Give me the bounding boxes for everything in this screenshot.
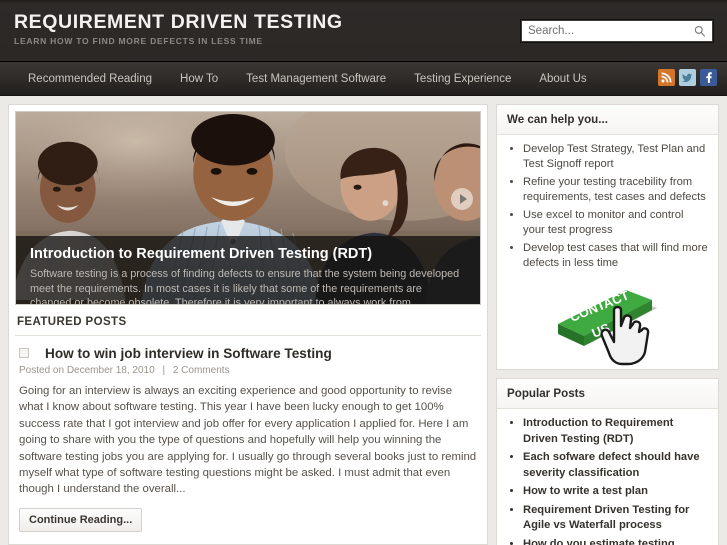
widget-heading: We can help you... <box>497 105 718 135</box>
featured-posts-heading: FEATURED POSTS <box>15 305 481 336</box>
popular-posts-list: Introduction to Requirement Driven Testi… <box>507 416 708 545</box>
post-meta: Posted on December 18, 2010 | 2 Comments <box>19 365 481 376</box>
list-item[interactable]: Each sofware defect should have severity… <box>523 450 708 481</box>
list-item: Use excel to monitor and control your te… <box>523 208 708 238</box>
site-title: REQUIREMENT DRIVEN TESTING <box>14 11 343 33</box>
slider-excerpt: Software testing is a process of finding… <box>30 268 460 304</box>
list-item: Develop test cases that will find more d… <box>523 241 708 271</box>
list-item: Develop Test Strategy, Test Plan and Tes… <box>523 142 708 172</box>
continue-reading-button[interactable]: Continue Reading... <box>19 507 143 532</box>
facebook-icon[interactable] <box>700 69 717 86</box>
site-branding[interactable]: REQUIREMENT DRIVEN TESTING LEARN HOW TO … <box>14 10 343 46</box>
widget-popular-posts: Popular Posts Introduction to Requiremen… <box>496 378 719 545</box>
nav-item-test-management-software[interactable]: Test Management Software <box>232 62 400 96</box>
widget-we-can-help-you: We can help you... Develop Test Strategy… <box>496 104 719 370</box>
post-comments-count[interactable]: 2 Comments <box>173 365 230 376</box>
page-body: Introduction to Requirement Driven Testi… <box>0 96 727 545</box>
social-links <box>658 69 717 86</box>
list-item[interactable]: Requirement Driven Testing for Agile vs … <box>523 503 708 534</box>
list-item: Refine your testing tracebility from req… <box>523 175 708 205</box>
post-date: December 18, 2010 <box>66 365 155 376</box>
widget-body: Develop Test Strategy, Test Plan and Tes… <box>497 135 718 369</box>
nav-item-how-to[interactable]: How To <box>166 62 232 96</box>
list-item[interactable]: How do you estimate testing efforts? <box>523 537 708 545</box>
contact-us-button-image[interactable]: CONTACT US <box>507 274 708 366</box>
rss-icon[interactable] <box>658 69 675 86</box>
list-item[interactable]: Introduction to Requirement Driven Testi… <box>523 416 708 447</box>
nav-link[interactable]: Test Management Software <box>232 62 400 96</box>
slider-next-button[interactable] <box>451 188 473 210</box>
twitter-icon[interactable] <box>679 69 696 86</box>
page-root: REQUIREMENT DRIVEN TESTING LEARN HOW TO … <box>0 0 727 545</box>
nav-link[interactable]: How To <box>166 62 232 96</box>
slider-caption: Introduction to Requirement Driven Testi… <box>16 236 480 304</box>
site-tagline: LEARN HOW TO FIND MORE DEFECTS IN LESS T… <box>14 36 263 46</box>
site-header: REQUIREMENT DRIVEN TESTING LEARN HOW TO … <box>0 0 727 62</box>
widget-body: Introduction to Requirement Driven Testi… <box>497 409 718 545</box>
broken-image-icon <box>19 348 29 358</box>
meta-separator: | <box>162 365 166 376</box>
post-posted-prefix: Posted on <box>19 365 65 376</box>
nav-link[interactable]: Testing Experience <box>400 62 525 96</box>
nav-list: Recommended Reading How To Test Manageme… <box>0 62 601 96</box>
sidebar: We can help you... Develop Test Strategy… <box>496 104 719 545</box>
post-item: How to win job interview in Software Tes… <box>15 345 481 532</box>
search-icon[interactable] <box>693 24 707 39</box>
list-item[interactable]: How to write a test plan <box>523 484 708 500</box>
nav-item-about-us[interactable]: About Us <box>525 62 600 96</box>
post-title[interactable]: How to win job interview in Software Tes… <box>45 345 332 363</box>
post-header: How to win job interview in Software Tes… <box>15 345 481 363</box>
search-box[interactable] <box>521 20 713 42</box>
nav-item-testing-experience[interactable]: Testing Experience <box>400 62 525 96</box>
search-input[interactable] <box>522 21 690 41</box>
next-arrow-icon <box>460 194 467 204</box>
columns: Introduction to Requirement Driven Testi… <box>8 104 719 545</box>
nav-link[interactable]: About Us <box>525 62 600 96</box>
nav-item-recommended-reading[interactable]: Recommended Reading <box>14 62 166 96</box>
nav-link[interactable]: Recommended Reading <box>14 62 166 96</box>
widget-heading: Popular Posts <box>497 379 718 409</box>
post-divider <box>15 540 481 544</box>
main-navigation: Recommended Reading How To Test Manageme… <box>0 62 727 96</box>
main-content: Introduction to Requirement Driven Testi… <box>8 104 488 545</box>
featured-slider[interactable]: Introduction to Requirement Driven Testi… <box>15 111 481 305</box>
post-excerpt: Going for an interview is always an exci… <box>19 385 477 496</box>
help-list: Develop Test Strategy, Test Plan and Tes… <box>507 142 708 271</box>
slider-title[interactable]: Introduction to Requirement Driven Testi… <box>30 245 466 263</box>
